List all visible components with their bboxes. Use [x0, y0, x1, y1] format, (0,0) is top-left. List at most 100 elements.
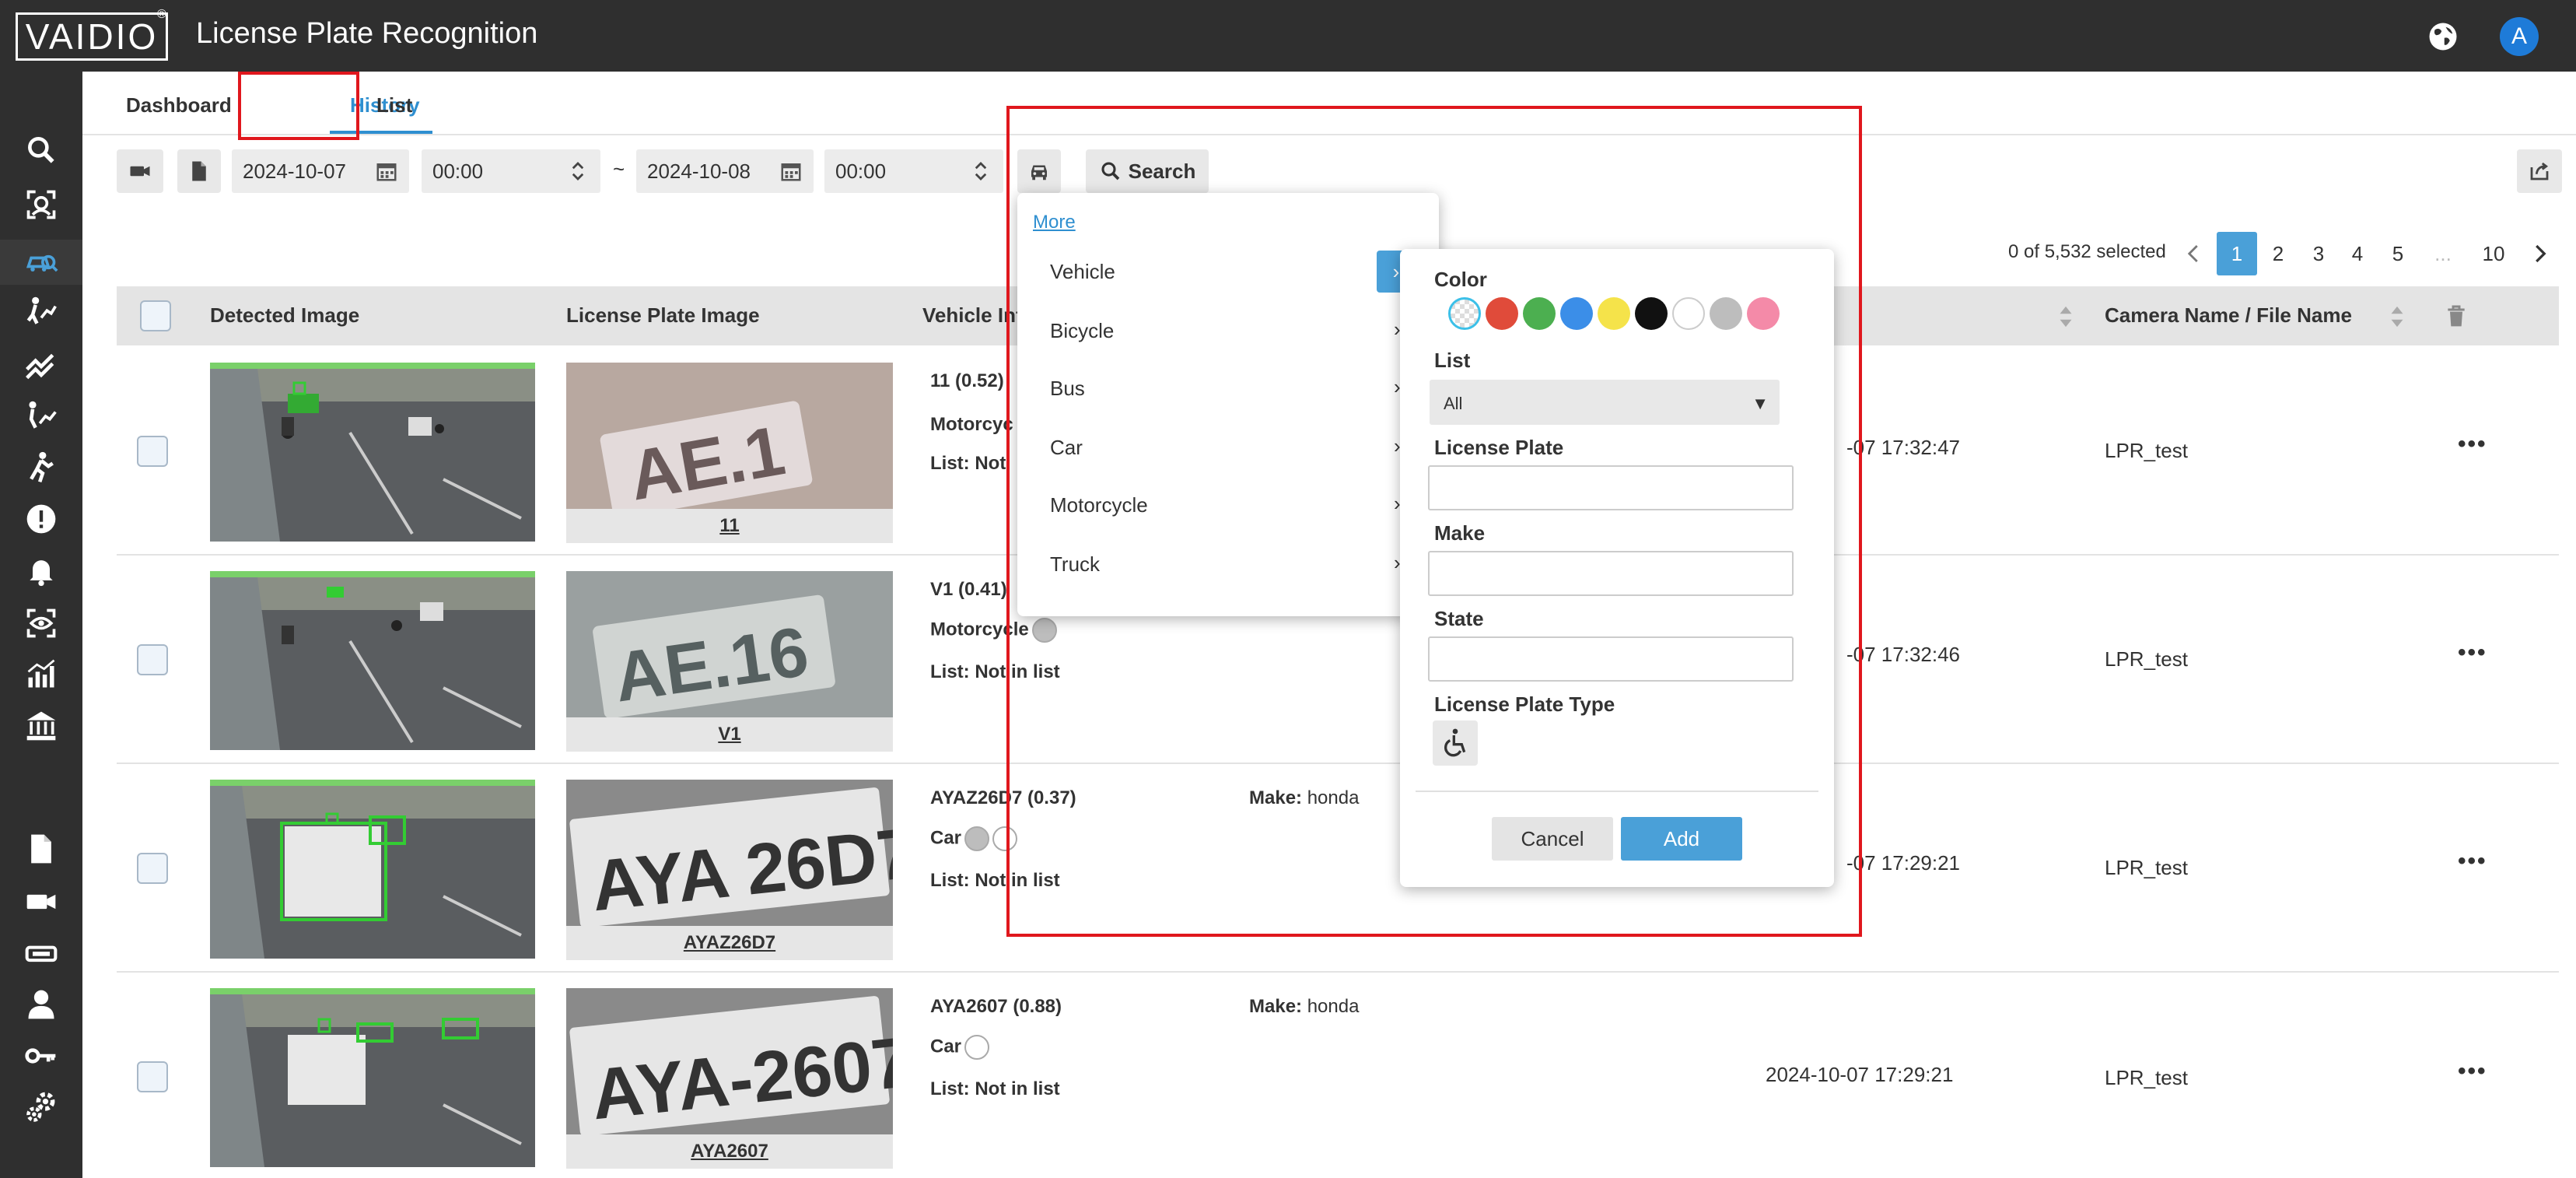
camera-name[interactable]: LPR_test [2105, 439, 2188, 463]
file-filter-button[interactable] [177, 149, 221, 193]
face-scan-icon[interactable] [22, 185, 61, 224]
start-time-field[interactable]: 00:00 [422, 149, 600, 193]
sidebar [0, 72, 82, 1178]
user-icon[interactable] [22, 985, 61, 1024]
search-icon[interactable] [22, 131, 61, 170]
camera-name[interactable]: LPR_test [2105, 1066, 2188, 1090]
more-actions-icon[interactable]: ••• [2458, 1058, 2487, 1085]
video-camera-icon [130, 166, 150, 177]
app-title: License Plate Recognition [196, 17, 538, 50]
start-date-field[interactable]: 2024-10-07 [232, 149, 409, 193]
next-page-button[interactable] [2528, 232, 2551, 275]
end-date-field[interactable]: 2024-10-08 [636, 149, 814, 193]
page-ellipsis: ... [2434, 241, 2452, 265]
vehicle-type: Motorcyc [930, 414, 1013, 435]
page-1[interactable]: 1 [2217, 232, 2257, 275]
time-stepper-icon[interactable] [566, 160, 590, 183]
eye-icon[interactable] [22, 604, 61, 643]
chevron-left-icon [2187, 245, 2198, 262]
page-2[interactable]: 2 [2266, 232, 2290, 275]
color-dot-gray [964, 826, 990, 851]
car-search-icon[interactable] [0, 240, 82, 285]
camera-filter-button[interactable] [117, 149, 163, 193]
user-avatar[interactable]: A [2500, 17, 2539, 56]
page-4[interactable]: 4 [2346, 232, 2369, 275]
row-checkbox[interactable] [137, 644, 168, 675]
vehicle-type-row: Car [930, 1035, 990, 1060]
license-plate-image[interactable]: AE.1 [566, 363, 893, 509]
detected-image[interactable] [210, 988, 535, 1167]
license-plate-image[interactable]: AYA 26D7 [566, 780, 893, 926]
history-tab-highlight [238, 72, 359, 140]
timestamp: -07 17:32:46 [1846, 643, 1961, 666]
color-dot-white [964, 1035, 990, 1060]
file-icon[interactable] [22, 829, 61, 868]
license-plate-image[interactable]: AYA-2607 [566, 988, 893, 1134]
detected-image[interactable] [210, 780, 535, 959]
page-10[interactable]: 10 [2478, 232, 2509, 275]
end-time-value: 00:00 [835, 159, 887, 183]
vehicle-type: Car [930, 1036, 962, 1057]
row-checkbox[interactable] [137, 436, 168, 467]
license-plate-text[interactable]: AYAZ26D7 [566, 926, 893, 960]
sort-icon[interactable] [2388, 305, 2406, 328]
more-actions-icon[interactable]: ••• [2458, 431, 2487, 458]
table-row[interactable]: AYA-2607 AYA2607 AYA2607 (0.88) Car List… [117, 973, 2559, 1178]
sort-icon[interactable] [2056, 305, 2075, 328]
page-3[interactable]: 3 [2307, 232, 2330, 275]
list-status: List: Not [930, 453, 1006, 474]
bell-icon[interactable] [22, 551, 61, 590]
bank-icon[interactable] [22, 706, 61, 745]
calendar-icon [781, 163, 801, 181]
trash-icon[interactable] [2444, 302, 2469, 330]
analytics-icon[interactable] [22, 655, 61, 694]
camera-name[interactable]: LPR_test [2105, 647, 2188, 671]
end-time-field[interactable]: 00:00 [824, 149, 1003, 193]
timestamp: -07 17:29:21 [1846, 851, 1961, 875]
detected-image[interactable] [210, 363, 535, 542]
chevron-right-icon [2536, 244, 2546, 263]
more-actions-icon[interactable]: ••• [2458, 848, 2487, 875]
header-camera-name: Camera Name / File Name [2105, 303, 2352, 327]
row-checkbox[interactable] [137, 1061, 168, 1092]
page-5[interactable]: 5 [2386, 232, 2410, 275]
top-bar: VAIDIO ® License Plate Recognition A [0, 0, 2576, 72]
camera-name[interactable]: LPR_test [2105, 856, 2188, 880]
vehicle-type: Car [930, 827, 962, 849]
plate-confidence: AYA2607 (0.88) [930, 996, 1062, 1017]
settings-icon[interactable] [22, 1088, 61, 1127]
tab-list[interactable]: List [376, 93, 412, 117]
prev-page-button[interactable] [2182, 232, 2206, 275]
timestamp: -07 17:32:47 [1846, 436, 1961, 459]
document-icon [192, 161, 206, 181]
trend-icon[interactable] [22, 347, 61, 386]
license-plate-image[interactable]: AE.16 [566, 571, 893, 717]
detected-image[interactable] [210, 571, 535, 750]
license-plate-text[interactable]: 11 [566, 509, 893, 543]
device-icon[interactable] [22, 934, 61, 973]
start-time-value: 00:00 [432, 159, 484, 183]
select-all-checkbox[interactable] [140, 300, 171, 331]
logo-registered-mark: ® [157, 8, 166, 21]
filter-area-highlight [1006, 106, 1862, 937]
running-icon[interactable] [22, 448, 61, 487]
more-actions-icon[interactable]: ••• [2458, 640, 2487, 666]
end-date-value: 2024-10-08 [647, 159, 751, 183]
header-detected-image: Detected Image [210, 303, 360, 327]
plate-confidence: V1 (0.41) [930, 579, 1007, 600]
time-stepper-icon[interactable] [969, 160, 992, 183]
license-plate-text[interactable]: V1 [566, 717, 893, 752]
list-status: List: Not in list [930, 1078, 1060, 1099]
globe-icon[interactable] [2427, 20, 2459, 53]
person-track-icon[interactable] [22, 293, 61, 331]
header-license-plate-image: License Plate Image [566, 303, 760, 327]
row-checkbox[interactable] [137, 853, 168, 884]
export-icon [2530, 162, 2549, 181]
path-icon[interactable] [22, 397, 61, 436]
alert-icon[interactable] [22, 500, 61, 538]
camera-icon[interactable] [22, 882, 61, 921]
license-plate-text[interactable]: AYA2607 [566, 1134, 893, 1169]
key-icon[interactable] [22, 1036, 61, 1075]
export-button[interactable] [2517, 149, 2562, 193]
tab-dashboard[interactable]: Dashboard [126, 93, 232, 117]
